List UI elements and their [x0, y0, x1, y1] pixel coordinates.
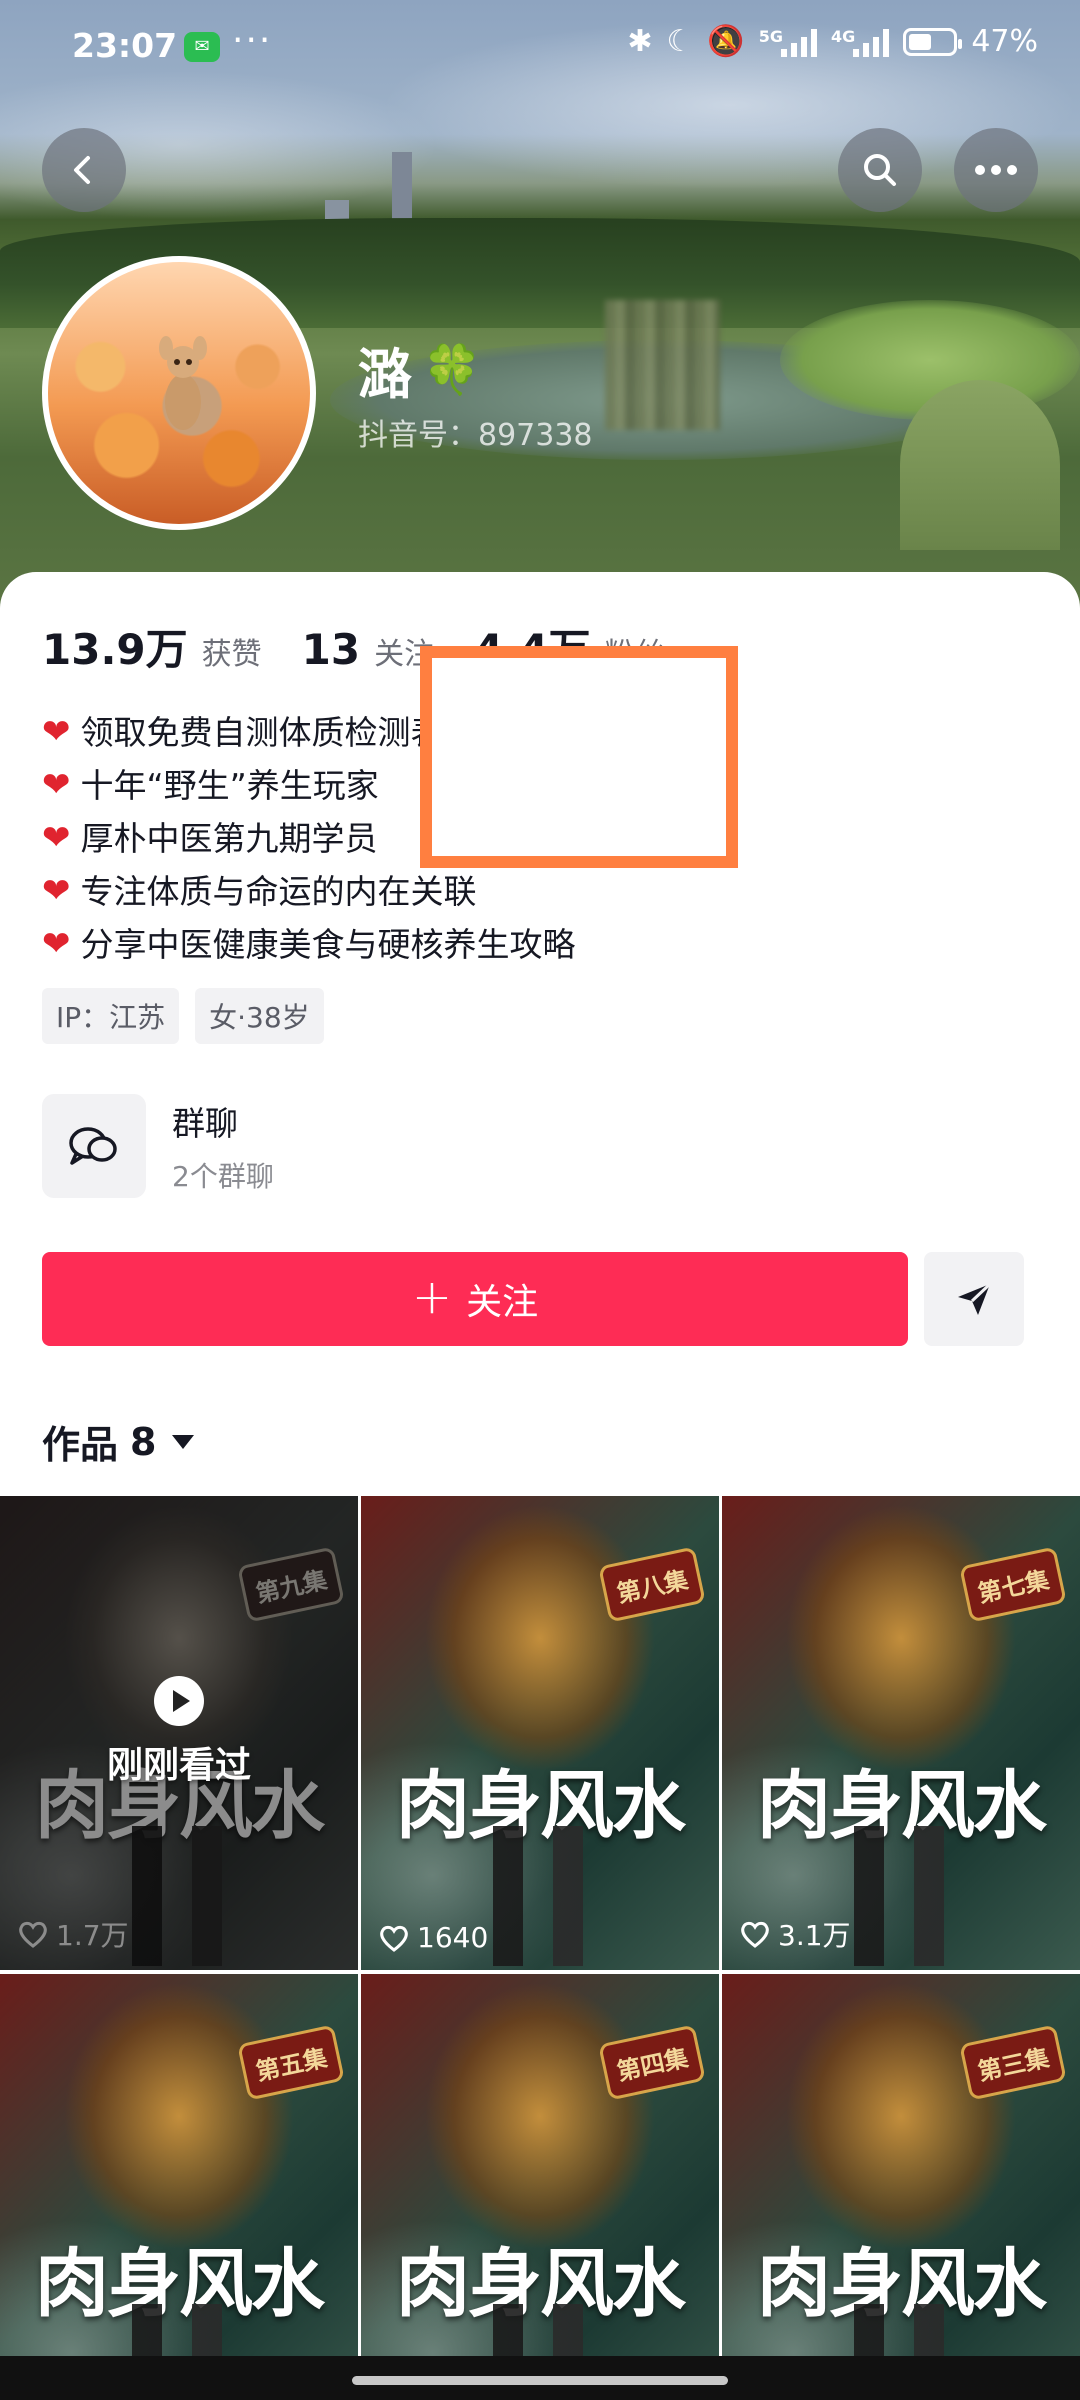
episode-badge: 第七集 [959, 1546, 1067, 1623]
group-chat-icon [42, 1094, 146, 1198]
heart-outline-icon [380, 1925, 408, 1952]
profile-name-row: 潞 🍀 [358, 330, 482, 409]
episode-badge: 第五集 [237, 2024, 345, 2101]
recently-watched-label: 刚刚看过 [106, 1745, 251, 1786]
group-chat-entry[interactable]: 群聊 2个群聊 [42, 1094, 274, 1198]
home-indicator[interactable] [352, 2376, 728, 2385]
chevron-left-icon [74, 156, 90, 184]
profile-tags: IP：江苏 女·38岁 [42, 988, 324, 1044]
banner-grass [900, 380, 1060, 550]
video-thumbnail[interactable]: 第七集 肉身风水 3.1万 [722, 1496, 1080, 1970]
heart-outline-icon [19, 1921, 47, 1948]
video-thumbnail[interactable]: 第八集 肉身风水 1640 [361, 1496, 719, 1970]
works-count: 8 [130, 1419, 157, 1464]
more-notifications-icon: ··· [232, 20, 273, 61]
video-grid: 第九集 肉身风水 1.7万 第八集 肉身风水 1640 第七集 肉身风水 3.1… [0, 1496, 1080, 2400]
video-likes-count: 3.1万 [778, 1919, 851, 1952]
follow-label: 关注 [466, 1282, 539, 1323]
heart-icon: ❤ [42, 765, 71, 805]
figures-illustration [120, 1826, 240, 1966]
episode-badge: 第四集 [598, 2024, 706, 2101]
episode-badge: 第八集 [598, 1546, 706, 1623]
send-icon [958, 1282, 992, 1315]
bio-text: 厚朴中医第九期学员 [80, 819, 378, 858]
bluetooth-icon: ✱ [627, 24, 653, 59]
profile-name: 潞 [358, 343, 412, 406]
bio-text: 专注体质与命运的内在关联 [80, 872, 477, 911]
bio-text: 领取免费自测体质检测表 [80, 713, 444, 752]
highlight-overlay-box [420, 646, 738, 868]
heart-icon: ❤ [42, 818, 71, 858]
group-chat-text: 群聊 2个群聊 [172, 1097, 274, 1195]
status-right: ✱ ☾ 🔕 5G 4G 47% [627, 24, 1038, 59]
figures-illustration [842, 1826, 962, 1966]
ip-tag: IP：江苏 [42, 988, 180, 1044]
works-tab[interactable]: 作品 8 [42, 1414, 195, 1469]
group-chat-subtitle: 2个群聊 [172, 1160, 274, 1193]
wechat-icon: ✉ [184, 32, 220, 62]
search-button[interactable] [838, 128, 922, 212]
signal-5g-icon: 5G [759, 27, 818, 57]
episode-badge: 第三集 [959, 2024, 1067, 2101]
battery-percent: 47% [971, 24, 1038, 59]
bio-text: 十年“野生”养生玩家 [80, 766, 379, 805]
play-icon [154, 1676, 204, 1726]
status-time: 23:07 [72, 26, 178, 65]
search-icon [864, 154, 896, 186]
clover-emoji: 🍀 [422, 342, 482, 398]
caret-down-icon [172, 1434, 195, 1449]
likes-label[interactable]: 获赞 [202, 629, 262, 673]
battery-icon [903, 27, 963, 56]
mute-icon: 🔕 [707, 24, 745, 59]
video-likes-count: 1.7万 [56, 1919, 129, 1952]
likes-count[interactable]: 13.9万 [42, 616, 188, 677]
heart-outline-icon [741, 1921, 769, 1948]
video-likes: 1.7万 [18, 1914, 129, 1954]
video-thumbnail[interactable]: 第三集 肉身风水 [722, 1974, 1080, 2400]
more-horizontal-icon [975, 165, 1017, 175]
plus-icon: + [411, 1269, 453, 1325]
send-message-button[interactable] [924, 1252, 1024, 1346]
bio-line: ❤ 分享中医健康美食与硬核养生攻略 [42, 918, 1042, 971]
douyin-id[interactable]: 抖音号：897338 [358, 410, 593, 454]
group-chat-title: 群聊 [172, 1104, 238, 1143]
video-likes: 3.1万 [740, 1914, 851, 1954]
heart-icon: ❤ [42, 871, 71, 911]
recently-watched-overlay: 刚刚看过 [0, 1676, 358, 1788]
heart-icon: ❤ [42, 924, 71, 964]
gender-age-tag: 女·38岁 [195, 988, 324, 1044]
video-likes: 1640 [379, 1921, 488, 1954]
bio-text: 分享中医健康美食与硬核养生攻略 [80, 925, 576, 964]
figures-illustration [481, 1826, 601, 1966]
moon-icon: ☾ [666, 24, 694, 59]
signal-4g-icon: 4G [831, 27, 890, 57]
status-bar: 23:07 ✉ ··· ✱ ☾ 🔕 5G 4G 47% [0, 0, 1080, 96]
following-count[interactable]: 13 [302, 625, 360, 674]
avatar[interactable] [42, 256, 316, 530]
more-button[interactable] [954, 128, 1038, 212]
follow-button[interactable]: + 关注 [42, 1252, 908, 1346]
video-thumbnail[interactable]: 第四集 肉身风水 [361, 1974, 719, 2400]
bio-line: ❤ 专注体质与命运的内在关联 [42, 865, 1042, 918]
works-label: 作品 [42, 1423, 119, 1467]
pixelated-region [605, 300, 720, 430]
video-likes-count: 1640 [417, 1921, 489, 1954]
deer-illustration [159, 336, 207, 430]
episode-badge: 第九集 [237, 1546, 345, 1623]
video-thumbnail[interactable]: 第五集 肉身风水 [0, 1974, 358, 2400]
back-button[interactable] [42, 128, 126, 212]
heart-icon: ❤ [42, 712, 71, 752]
